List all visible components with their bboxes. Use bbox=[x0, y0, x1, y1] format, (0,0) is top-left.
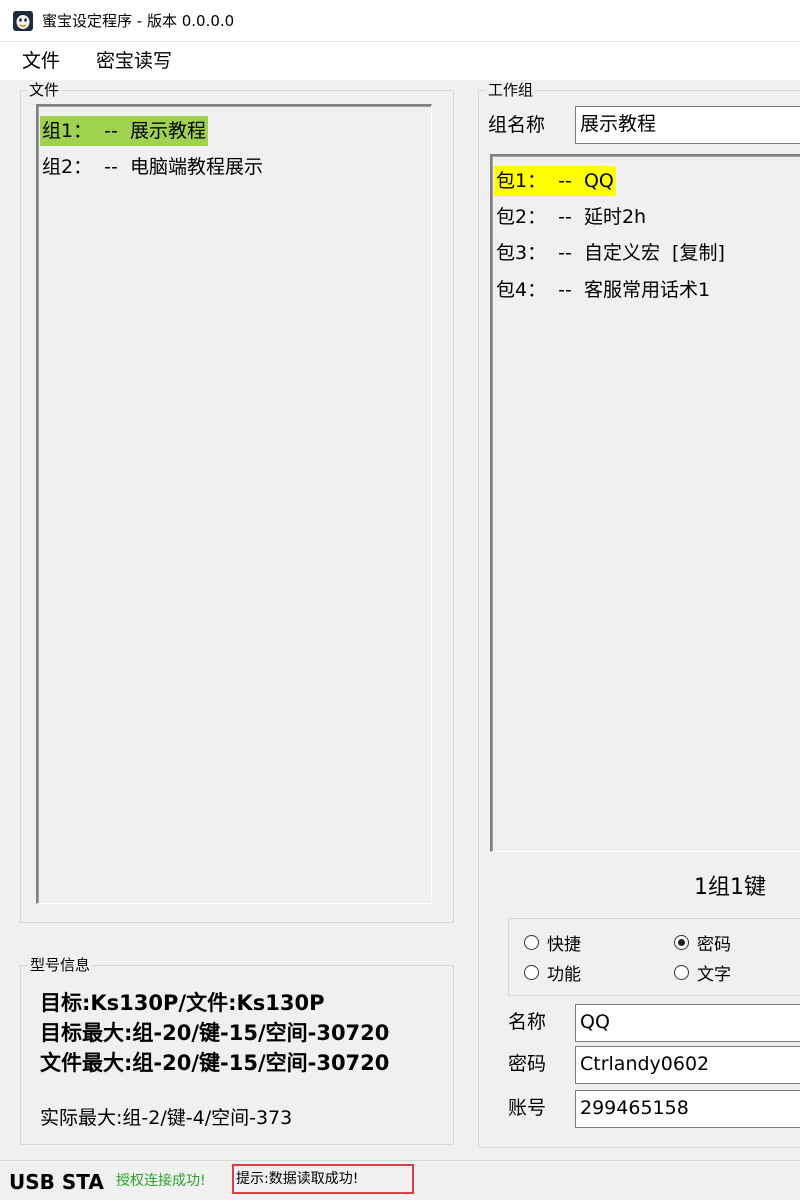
menu-read-write[interactable]: 密宝读写 bbox=[94, 48, 174, 74]
radio-label: 快捷 bbox=[547, 934, 581, 955]
group-list-item[interactable]: 组1： -- 展示教程 bbox=[40, 116, 208, 146]
group-list-item[interactable]: 组2： -- 电脑端教程展示 bbox=[40, 152, 265, 182]
usb-status-label: USB STA bbox=[9, 1170, 104, 1194]
radio-text[interactable]: 文字 bbox=[674, 961, 731, 985]
radio-password[interactable]: 密码 bbox=[674, 931, 731, 955]
model-target: 目标:Ks130P/文件:Ks130P bbox=[40, 991, 325, 1015]
radio-circle-icon bbox=[674, 964, 689, 980]
menu-bar: 文件 密宝读写 bbox=[0, 42, 800, 80]
group-name-input[interactable]: 展示教程 bbox=[575, 106, 800, 144]
app-logo-icon bbox=[13, 11, 33, 31]
auth-status-text: 授权连接成功! bbox=[116, 1173, 206, 1189]
radio-circle-icon bbox=[674, 934, 689, 950]
radio-shortcut[interactable]: 快捷 bbox=[524, 931, 581, 955]
key-info: 1组1键 bbox=[694, 875, 766, 900]
account-input[interactable]: 299465158 bbox=[575, 1090, 800, 1128]
radio-circle-icon bbox=[524, 934, 539, 950]
name-label: 名称 bbox=[508, 1011, 547, 1033]
password-label: 密码 bbox=[508, 1053, 547, 1075]
hint-message: 提示:数据读取成功! bbox=[232, 1164, 414, 1194]
model-info-label: 型号信息 bbox=[28, 956, 93, 974]
package-list-item[interactable]: 包3： -- 自定义宏 [复制] bbox=[494, 238, 727, 268]
file-groupbox-label: 文件 bbox=[27, 81, 62, 99]
package-list-item[interactable]: 包1： -- QQ bbox=[494, 166, 616, 196]
model-file-max: 文件最大:组-20/键-15/空间-30720 bbox=[40, 1051, 390, 1075]
model-actual-max: 实际最大:组-2/键-4/空间-373 bbox=[40, 1107, 293, 1129]
account-label: 账号 bbox=[508, 1097, 547, 1119]
radio-label: 功能 bbox=[547, 964, 581, 985]
title-bar: 蜜宝设定程序 - 版本 0.0.0.0 bbox=[0, 0, 800, 42]
group-listbox[interactable]: 组1： -- 展示教程 组2： -- 电脑端教程展示 bbox=[36, 104, 432, 904]
window-title: 蜜宝设定程序 - 版本 0.0.0.0 bbox=[42, 12, 235, 30]
radio-label: 文字 bbox=[697, 964, 731, 985]
work-groupbox-label: 工作组 bbox=[486, 81, 536, 99]
group-name-label: 组名称 bbox=[488, 114, 546, 136]
radio-function[interactable]: 功能 bbox=[524, 961, 581, 985]
radio-circle-icon bbox=[524, 964, 539, 980]
password-input[interactable]: Ctrlandy0602 bbox=[575, 1046, 800, 1084]
name-input[interactable]: QQ bbox=[575, 1004, 800, 1042]
status-bar: USB STA 授权连接成功! 提示:数据读取成功! bbox=[0, 1160, 800, 1200]
radio-label: 密码 bbox=[697, 934, 731, 955]
package-listbox[interactable]: 包1： -- QQ 包2： -- 延时2h 包3： -- 自定义宏 [复制] 包… bbox=[490, 154, 800, 852]
package-list-item[interactable]: 包2： -- 延时2h bbox=[494, 202, 648, 232]
menu-file[interactable]: 文件 bbox=[20, 48, 62, 74]
package-list-item[interactable]: 包4： -- 客服常用话术1 bbox=[494, 275, 712, 305]
model-target-max: 目标最大:组-20/键-15/空间-30720 bbox=[40, 1021, 390, 1045]
